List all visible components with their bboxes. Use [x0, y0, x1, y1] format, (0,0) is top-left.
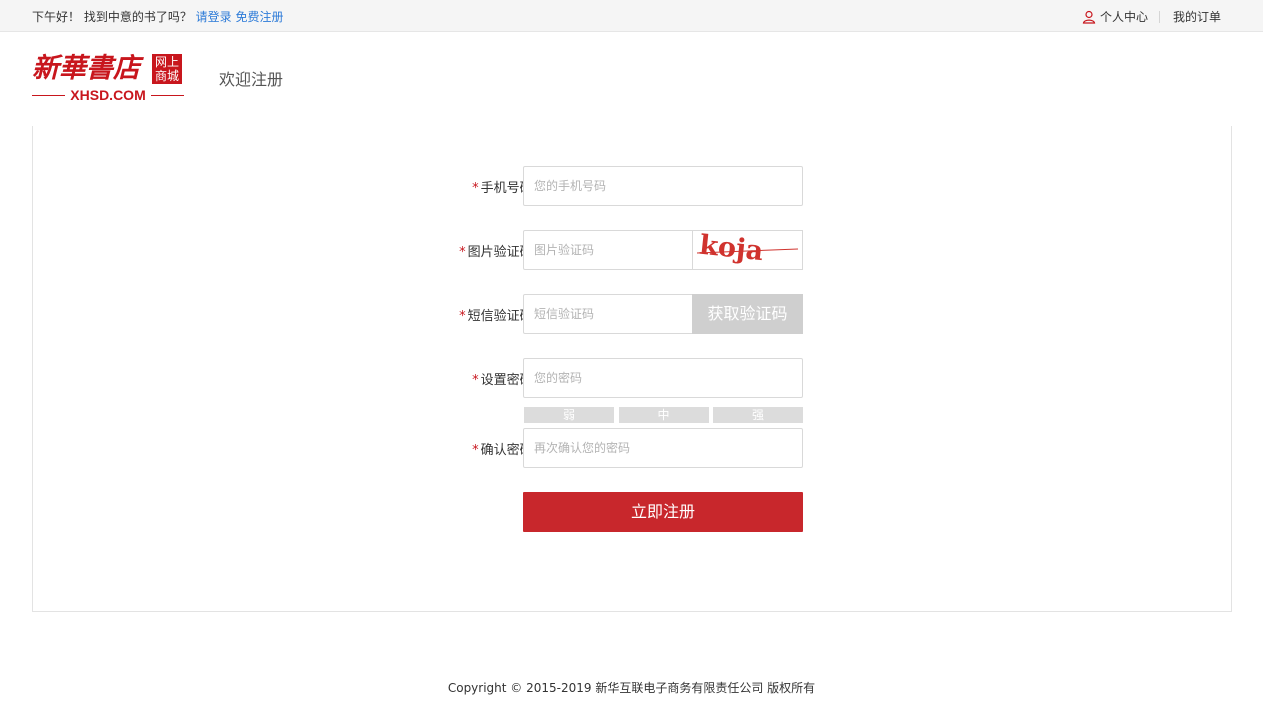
logo-badge-line1: 网上	[154, 55, 179, 69]
topbar-greeting-area: 下午好！ 找到中意的书了吗？ 请登录 免费注册	[32, 8, 284, 25]
required-mark: *	[459, 245, 466, 260]
image-code-row: *图片验证码: koja	[33, 230, 1233, 270]
captcha-graphic: koja	[696, 231, 799, 267]
strength-weak: 弱	[524, 407, 614, 423]
logo-domain-text: XHSD.COM	[70, 87, 146, 103]
captcha-text: koja	[698, 231, 765, 267]
phone-row: * 手机号码:	[33, 166, 1233, 206]
login-link[interactable]: 请登录	[196, 10, 232, 24]
strength-strong: 强	[713, 407, 803, 423]
required-mark: *	[472, 443, 479, 458]
logo-rule-right	[150, 94, 185, 96]
required-mark: *	[459, 309, 466, 324]
phone-input[interactable]	[523, 166, 803, 206]
logo-mall-badge: 网上 商城	[152, 54, 182, 84]
logo-rule-left	[32, 94, 66, 96]
xhsd-logo[interactable]: 新華書店 网上 商城 XHSD.COM	[32, 52, 185, 104]
sms-code-row: *短信验证码: 获取验证码	[33, 294, 1233, 334]
strength-medium: 中	[618, 407, 709, 423]
top-bar: 下午好！ 找到中意的书了吗？ 请登录 免费注册 个人中心 我的订单	[0, 0, 1263, 32]
image-code-input[interactable]	[523, 230, 693, 270]
greeting-text: 下午好！ 找到中意的书了吗？	[32, 10, 192, 24]
user-center-link[interactable]: 个人中心	[1082, 8, 1148, 25]
register-panel: *手机号码: *图片验证码: koja *短信验证码: 获取验证码 *设置密码:…	[32, 126, 1232, 612]
user-center-label: 个人中心	[1099, 10, 1148, 24]
sms-code-input[interactable]	[523, 294, 693, 334]
user-icon	[1082, 10, 1096, 24]
confirm-password-row: * 确认密码:	[33, 428, 1233, 468]
footer-copyright: Copyright © 2015-2019 新华互联电子商务有限责任公司 版权所…	[447, 681, 816, 695]
page-title: 欢迎注册	[219, 70, 284, 89]
get-sms-code-button[interactable]: 获取验证码	[692, 294, 803, 334]
required-mark: *	[472, 373, 479, 388]
captcha-image[interactable]: koja	[692, 230, 803, 270]
my-orders-link[interactable]: 我的订单	[1173, 8, 1221, 25]
topbar-divider	[1158, 10, 1160, 23]
required-mark: *	[472, 181, 479, 196]
register-submit-button[interactable]: 立即注册	[523, 492, 803, 532]
logo-domain: XHSD.COM	[32, 87, 185, 103]
password-strength-meter: 弱 中 强	[524, 407, 803, 423]
logo-badge-line2: 商城	[154, 69, 179, 83]
logo-calligraphy: 新華書店	[32, 53, 140, 84]
site-header: 新華書店 网上 商城 XHSD.COM 欢迎注册	[0, 32, 1263, 126]
register-link[interactable]: 免费注册	[236, 10, 284, 24]
topbar-user-links: 个人中心 我的订单	[1082, 8, 1221, 25]
confirm-password-input[interactable]	[523, 428, 803, 468]
password-input[interactable]	[523, 358, 803, 398]
password-row: * 设置密码:	[33, 358, 1233, 398]
